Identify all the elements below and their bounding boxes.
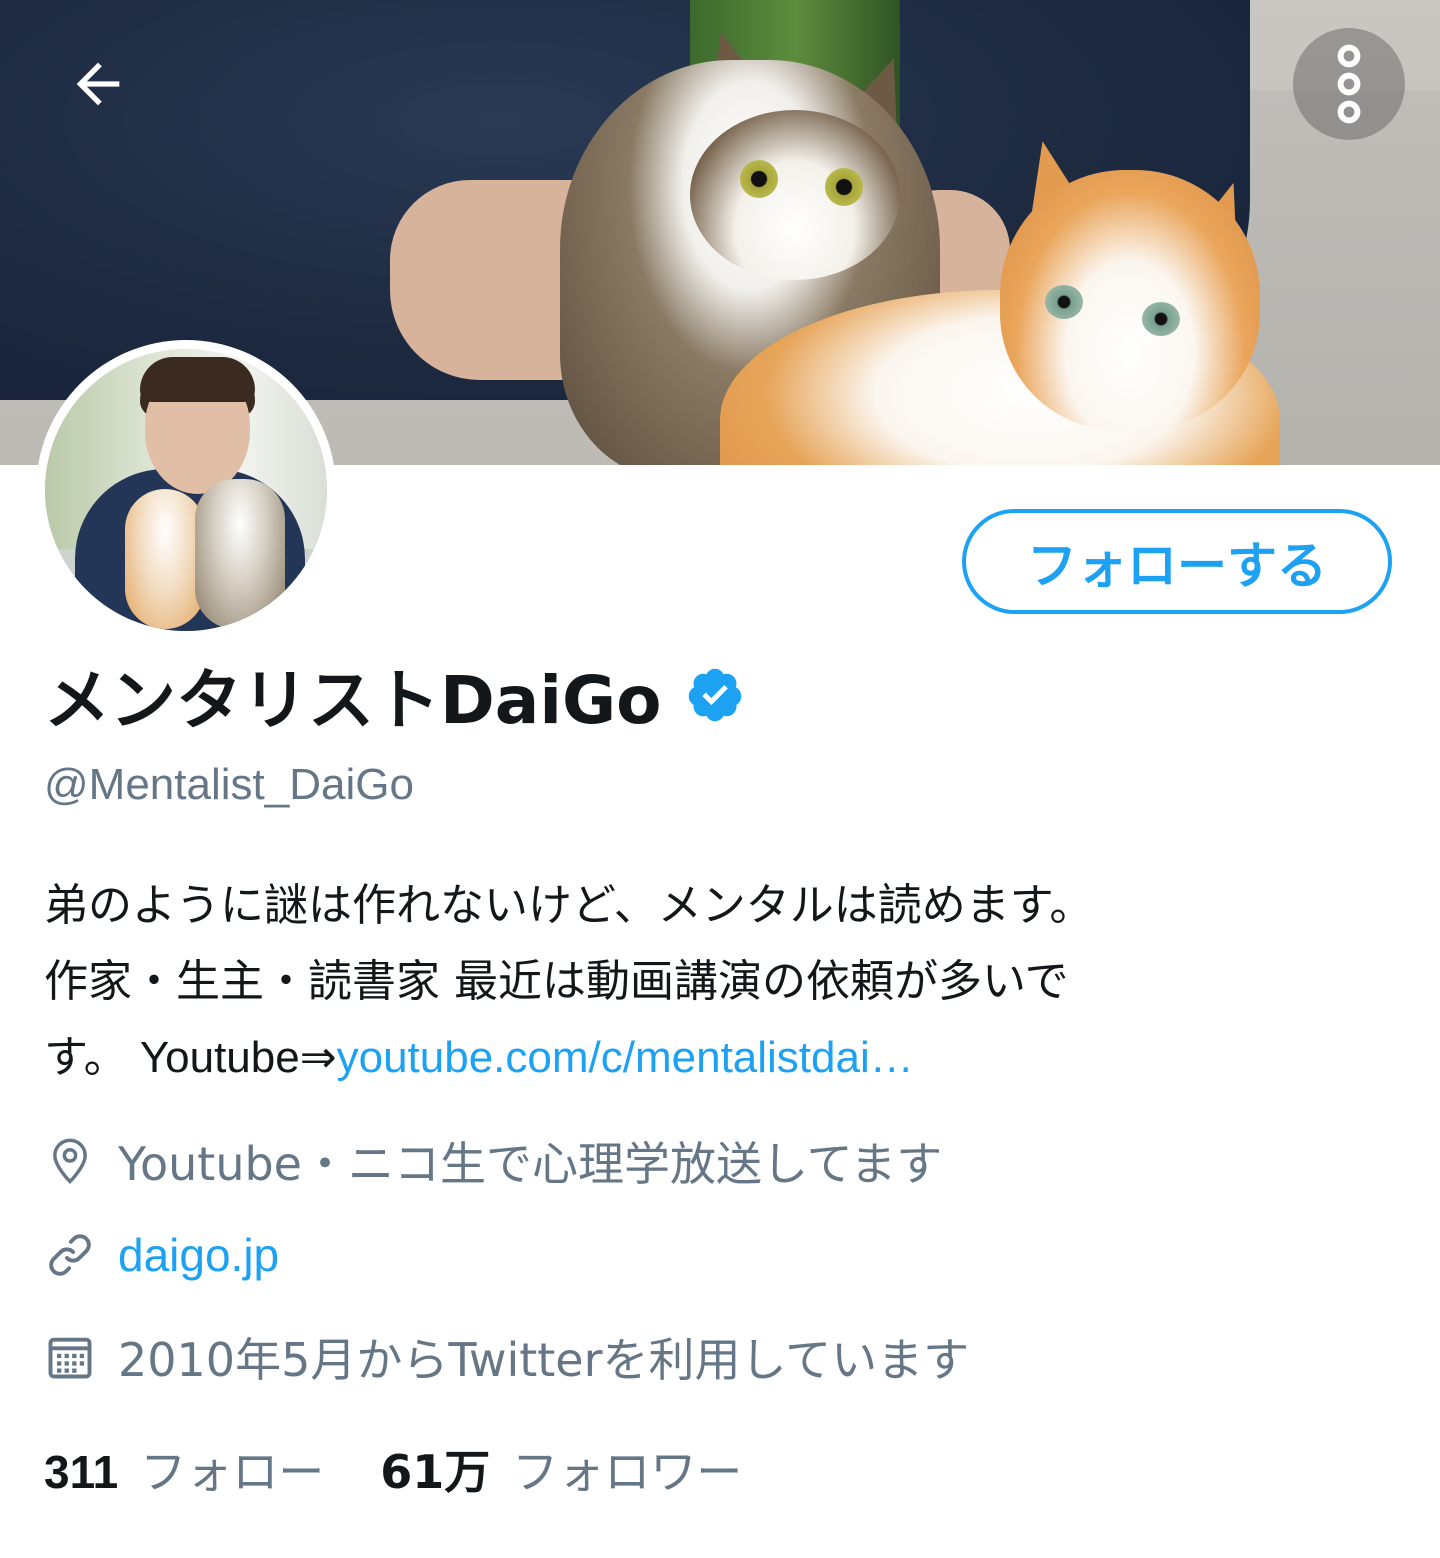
banner-cat-orange-head (1000, 170, 1260, 430)
profile-joined: 2010年5月からTwitterを利用しています (44, 1324, 969, 1390)
bio-text: す。 (44, 1032, 128, 1083)
website-link[interactable]: daigo.jp (118, 1228, 279, 1282)
followers-count: 61万 (380, 1445, 491, 1499)
more-options-button[interactable] (1293, 28, 1405, 140)
profile-stats: 311 フォロー 61万 フォロワー (44, 1436, 798, 1502)
location-text: Youtube・ニコ生で心理学放送してます (118, 1137, 943, 1191)
profile-avatar[interactable] (36, 340, 336, 640)
verified-badge-icon (689, 668, 742, 722)
calendar-icon (48, 1337, 92, 1379)
follow-button[interactable]: フォローする (962, 509, 1392, 614)
avatar-photo (45, 349, 327, 631)
avatar-cat-orange (125, 489, 205, 629)
banner-cat-orange-eye (1142, 302, 1180, 336)
more-vertical-icon (1337, 44, 1361, 124)
profile-website: daigo.jp (44, 1228, 279, 1282)
back-button[interactable] (42, 28, 154, 140)
profile-location: Youtube・ニコ生で心理学放送してます (44, 1128, 942, 1194)
bio-text: Youtube⇒ (127, 1033, 337, 1082)
banner-cat-tabby-eye (740, 160, 778, 198)
bio-line: 弟のように謎は作れないけど、メンタルは読めます。 (44, 880, 1094, 931)
banner-cat-tabby-eye (825, 168, 863, 206)
avatar-person-hair-top (140, 357, 255, 402)
link-icon (49, 1234, 91, 1276)
banner-cat-orange-eye (1045, 285, 1083, 319)
bio-line: 作家・生主・読書家 最近は動画講演の依頼が多いで (44, 956, 1069, 1007)
followers-stat[interactable]: 61万 フォロワー (380, 1436, 742, 1502)
joined-text: 2010年5月からTwitterを利用しています (118, 1333, 970, 1387)
display-name: メンタリストDaiGo (44, 662, 662, 739)
following-stat[interactable]: 311 フォロー (44, 1436, 324, 1502)
arrow-left-icon (76, 62, 120, 106)
profile-bio: 弟のように謎は作れないけど、メンタルは読めます。 作家・生主・読書家 最近は動画… (44, 868, 1394, 1096)
location-pin-icon (53, 1138, 87, 1185)
banner-cat-tabby-face (690, 110, 900, 280)
following-label: フォロー (140, 1445, 325, 1499)
followers-label: フォロワー (512, 1445, 743, 1499)
bio-line: す。 Youtube⇒youtube.com/c/mentalistdai… (44, 1020, 1394, 1096)
bio-youtube-link[interactable]: youtube.com/c/mentalistdai… (337, 1033, 914, 1082)
profile-handle: @Mentalist_DaiGo (44, 760, 414, 809)
profile-name-row: メンタリストDaiGo (44, 650, 745, 740)
following-count: 311 (44, 1446, 119, 1498)
avatar-cat-tabby (195, 479, 285, 629)
